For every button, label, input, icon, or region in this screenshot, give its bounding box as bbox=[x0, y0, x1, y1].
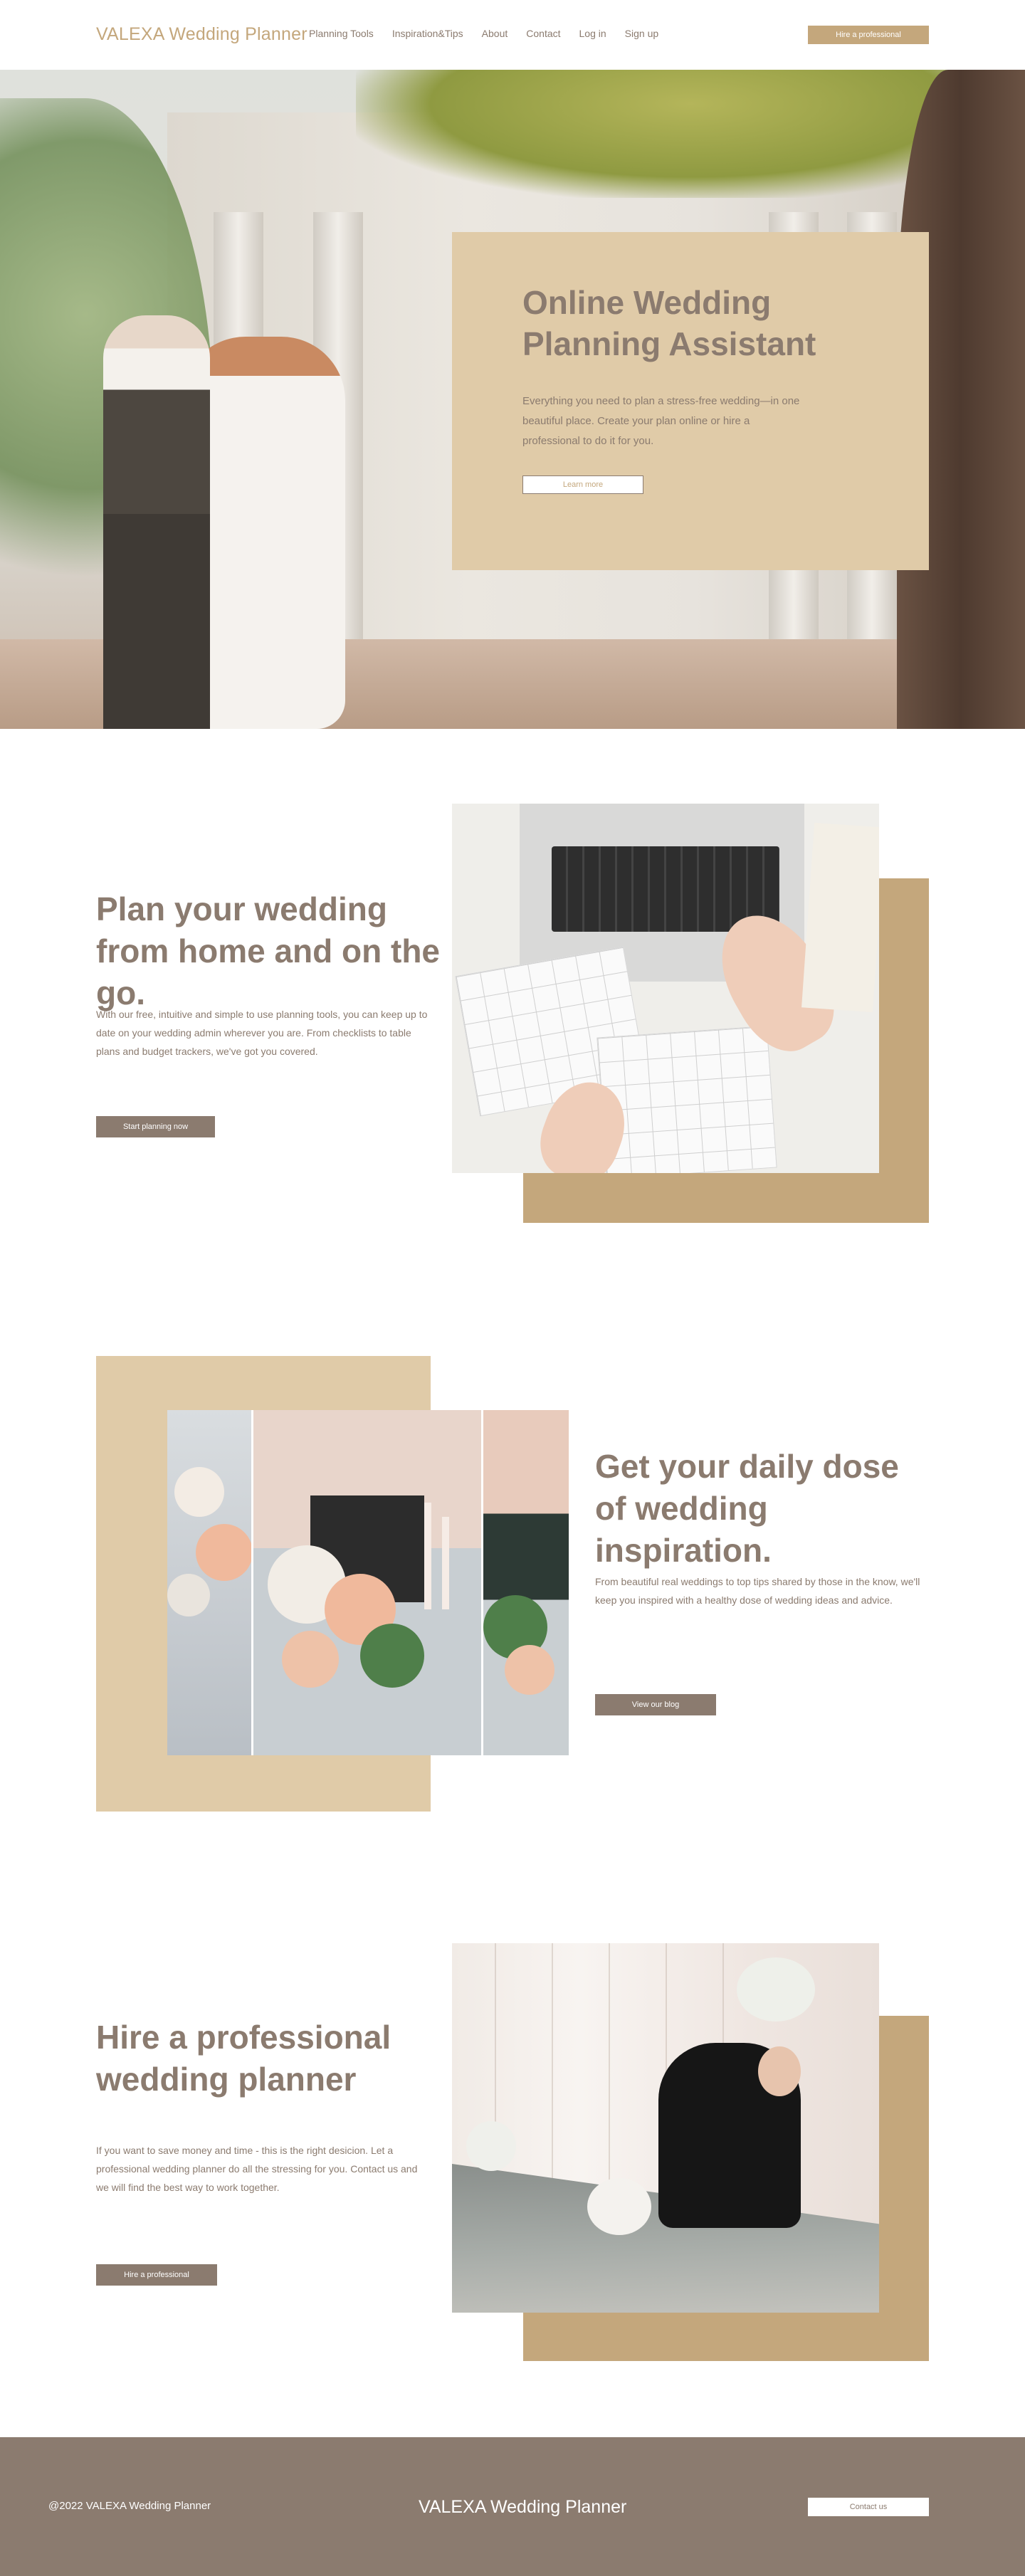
flower-arrangement bbox=[587, 2178, 651, 2235]
laptop-planning-photo bbox=[452, 804, 879, 1173]
nav-inspiration-tips[interactable]: Inspiration&Tips bbox=[392, 28, 463, 39]
flower-arrangement bbox=[466, 2121, 516, 2171]
hire-professional-section-button[interactable]: Hire a professional bbox=[96, 2264, 217, 2286]
nav-log-in[interactable]: Log in bbox=[579, 28, 606, 39]
calendar-paper bbox=[596, 1025, 777, 1173]
learn-more-button[interactable]: Learn more bbox=[522, 475, 643, 494]
hero-title: Online Wedding Planning Assistant bbox=[522, 284, 816, 362]
hire-title: Hire a professional wedding planner bbox=[96, 2019, 391, 2098]
main-nav: Planning Tools Inspiration&Tips About Co… bbox=[309, 28, 677, 39]
view-blog-button[interactable]: View our blog bbox=[595, 1694, 716, 1715]
wedding-planner-photo bbox=[452, 1943, 879, 2313]
leaves bbox=[360, 1624, 424, 1688]
flowers-panel bbox=[483, 1410, 569, 1755]
flowers-photo bbox=[167, 1410, 571, 1755]
site-header: VALEXA Wedding Planner Planning Tools In… bbox=[0, 0, 1025, 70]
planner-woman-head bbox=[758, 2046, 801, 2096]
hero-section: Online Wedding Planning Assistant Everyt… bbox=[0, 70, 1025, 729]
flower bbox=[505, 1645, 554, 1695]
footer-logo[interactable]: VALEXA Wedding Planner bbox=[419, 2497, 626, 2518]
hire-professional-button[interactable]: Hire a professional bbox=[808, 26, 929, 44]
contact-us-button[interactable]: Contact us bbox=[808, 2498, 929, 2516]
nav-sign-up[interactable]: Sign up bbox=[625, 28, 658, 39]
inspiration-title: Get your daily dose of wedding inspirati… bbox=[595, 1448, 899, 1569]
nav-about[interactable]: About bbox=[482, 28, 508, 39]
flowers-panel bbox=[253, 1410, 481, 1755]
candle-image bbox=[442, 1517, 449, 1609]
inspiration-description: From beautiful real weddings to top tips… bbox=[595, 1576, 920, 1606]
hero-card: Online Wedding Planning Assistant Everyt… bbox=[452, 232, 929, 570]
plan-title: Plan your wedding from home and on the g… bbox=[96, 890, 440, 1011]
start-planning-button[interactable]: Start planning now bbox=[96, 1116, 215, 1137]
hire-description: If you want to save money and time - thi… bbox=[96, 2145, 418, 2193]
flower bbox=[174, 1467, 224, 1517]
nav-planning-tools[interactable]: Planning Tools bbox=[309, 28, 374, 39]
header-logo[interactable]: VALEXA Wedding Planner bbox=[96, 24, 308, 45]
nav-contact[interactable]: Contact bbox=[526, 28, 560, 39]
footer-copyright: @2022 VALEXA Wedding Planner bbox=[48, 2500, 211, 2512]
plan-description: With our free, intuitive and simple to u… bbox=[96, 1009, 428, 1057]
flowers-panel bbox=[167, 1410, 251, 1755]
candle-image bbox=[424, 1503, 431, 1609]
flower bbox=[196, 1524, 251, 1581]
hero-description: Everything you need to plan a stress-fre… bbox=[522, 395, 800, 447]
site-footer: @2022 VALEXA Wedding Planner VALEXA Wedd… bbox=[0, 2437, 1025, 2576]
flower bbox=[167, 1574, 210, 1616]
flower-arrangement bbox=[737, 1957, 815, 2022]
hero-couple-photo bbox=[96, 315, 345, 729]
notepad-image bbox=[801, 822, 879, 1013]
groom-figure bbox=[103, 315, 210, 729]
flower bbox=[282, 1631, 339, 1688]
